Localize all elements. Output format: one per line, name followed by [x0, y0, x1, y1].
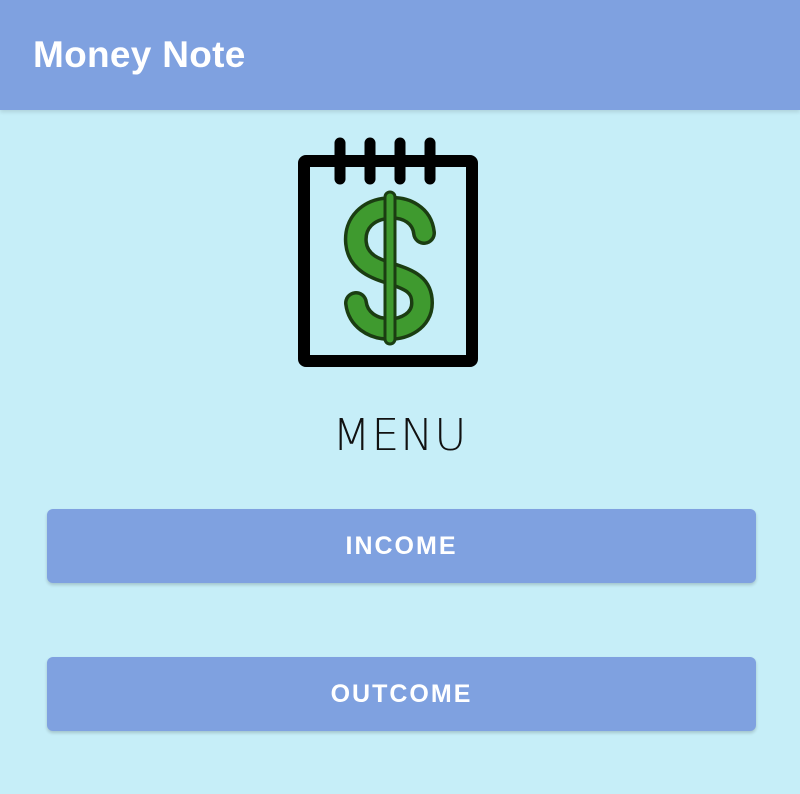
app-title: Money Note	[33, 34, 246, 75]
outcome-button[interactable]: OUTCOME	[47, 657, 756, 731]
income-button-label: INCOME	[345, 531, 458, 560]
outcome-button-label: OUTCOME	[330, 679, 473, 708]
menu-heading: MENU	[332, 410, 468, 461]
income-button[interactable]: INCOME	[47, 509, 756, 583]
app-bar: Money Note	[0, 0, 800, 110]
notepad-dollar-icon	[296, 133, 486, 373]
